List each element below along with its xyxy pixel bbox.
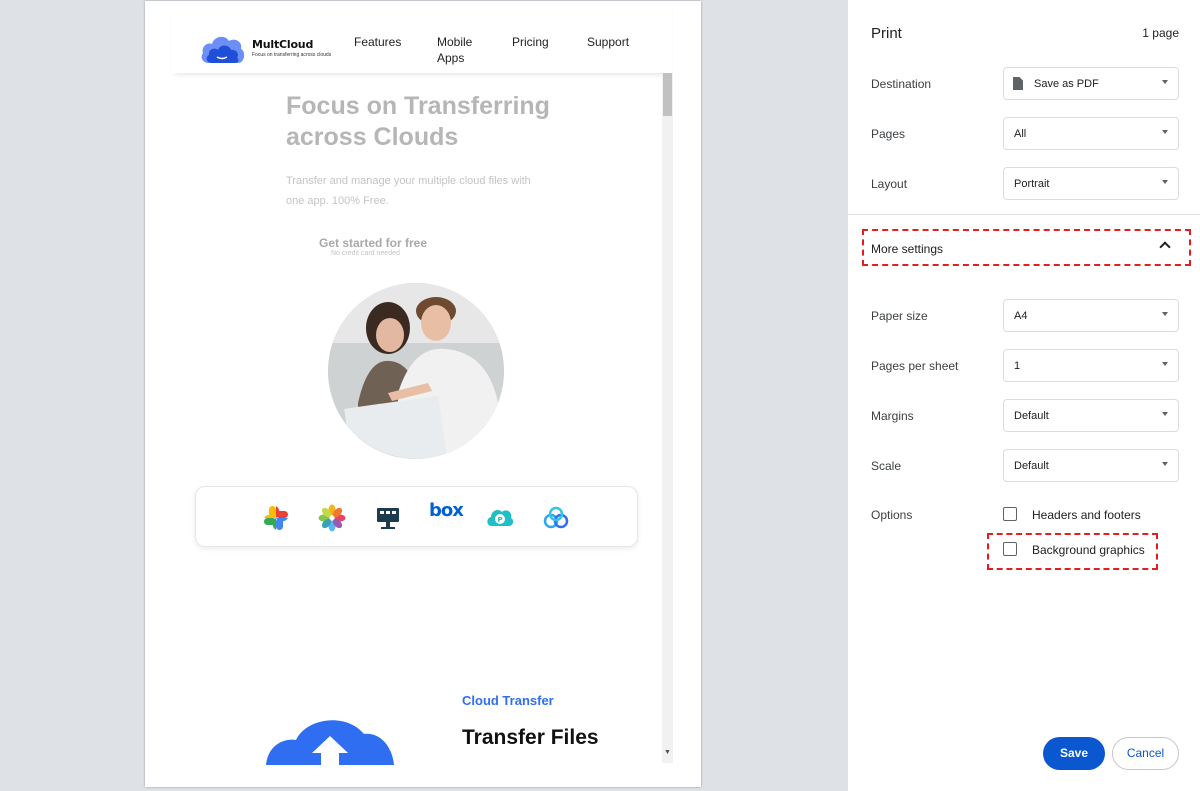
cta-label[interactable]: Get started for free bbox=[319, 236, 427, 250]
section-title: Transfer Files bbox=[462, 726, 599, 749]
paper-size-label: Paper size bbox=[871, 309, 928, 323]
hero-title: Focus on Transferring across Clouds bbox=[286, 92, 550, 151]
pages-select[interactable]: All bbox=[1003, 117, 1179, 150]
save-button[interactable]: Save bbox=[1043, 737, 1105, 770]
margins-select[interactable]: Default bbox=[1003, 399, 1179, 432]
destination-value: Save as PDF bbox=[1034, 78, 1099, 90]
baidu-cloud-icon bbox=[543, 506, 569, 529]
preview-page: MultCloud Focus on transferring across c… bbox=[145, 1, 701, 787]
layout-value: Portrait bbox=[1014, 178, 1050, 190]
preview-scrollbar[interactable] bbox=[662, 73, 673, 763]
pages-per-sheet-value: 1 bbox=[1014, 360, 1021, 372]
site-header: MultCloud Focus on transferring across c… bbox=[172, 1, 672, 73]
scrollbar-thumb[interactable] bbox=[663, 73, 672, 116]
nav-support[interactable]: Support bbox=[587, 34, 629, 50]
scroll-down-arrow-icon[interactable]: ▼ bbox=[663, 749, 672, 759]
cloud-services-card: box P bbox=[195, 486, 638, 547]
divider bbox=[848, 214, 1200, 215]
logo-tagline: Focus on transferring across clouds bbox=[252, 52, 332, 58]
scale-label: Scale bbox=[871, 459, 902, 473]
svg-text:P: P bbox=[498, 516, 503, 524]
background-graphics-checkbox[interactable] bbox=[1003, 542, 1017, 556]
box-icon: box bbox=[429, 500, 464, 521]
pcloud-icon: P bbox=[487, 509, 514, 526]
nav-mobile-apps[interactable]: Mobile Apps bbox=[437, 34, 477, 66]
upload-cloud-icon bbox=[266, 720, 394, 765]
google-photos-icon bbox=[264, 506, 288, 530]
paper-size-select[interactable]: A4 bbox=[1003, 299, 1179, 332]
logo-title: MultCloud bbox=[252, 38, 314, 51]
section-label: Cloud Transfer bbox=[462, 693, 554, 708]
nav-features[interactable]: Features bbox=[354, 34, 401, 50]
dropdown-caret-icon bbox=[1162, 130, 1168, 134]
destination-label: Destination bbox=[871, 77, 932, 91]
destination-select[interactable]: Save as PDF bbox=[1003, 67, 1179, 100]
cta-subtext: No credit card needed bbox=[331, 250, 400, 257]
headers-footers-checkbox[interactable] bbox=[1003, 507, 1017, 521]
dropdown-caret-icon bbox=[1162, 80, 1168, 84]
margins-value: Default bbox=[1014, 410, 1049, 422]
icloud-photos-icon bbox=[318, 504, 346, 532]
site-logo: MultCloud Focus on transferring across c… bbox=[200, 31, 360, 67]
paper-size-value: A4 bbox=[1014, 310, 1028, 322]
cancel-button[interactable]: Cancel bbox=[1112, 737, 1179, 770]
margins-label: Margins bbox=[871, 409, 914, 423]
document-icon bbox=[1013, 77, 1023, 90]
dropdown-caret-icon bbox=[1162, 180, 1168, 184]
hero-photo bbox=[328, 283, 504, 459]
nav-pricing[interactable]: Pricing bbox=[512, 34, 549, 50]
more-settings-toggle[interactable]: More settings bbox=[871, 242, 943, 256]
page-count: 1 page bbox=[1142, 26, 1179, 40]
layout-label: Layout bbox=[871, 177, 908, 191]
pages-per-sheet-label: Pages per sheet bbox=[871, 359, 959, 373]
layout-select[interactable]: Portrait bbox=[1003, 167, 1179, 200]
dropdown-caret-icon bbox=[1162, 462, 1168, 466]
print-settings-panel: Print 1 page Destination Save as PDF Pag… bbox=[848, 0, 1200, 791]
print-title: Print bbox=[871, 25, 902, 42]
print-preview-area: MultCloud Focus on transferring across c… bbox=[0, 0, 848, 791]
scale-value: Default bbox=[1014, 460, 1049, 472]
cloud-logo-icon bbox=[201, 36, 245, 63]
headers-footers-label[interactable]: Headers and footers bbox=[1032, 508, 1141, 522]
background-graphics-label[interactable]: Background graphics bbox=[1032, 543, 1145, 557]
pages-per-sheet-select[interactable]: 1 bbox=[1003, 349, 1179, 382]
pages-value: All bbox=[1014, 128, 1027, 140]
pages-label: Pages bbox=[871, 127, 906, 141]
nas-icon bbox=[377, 508, 399, 529]
hero-description: Transfer and manage your multiple cloud … bbox=[286, 175, 531, 207]
dropdown-caret-icon bbox=[1162, 412, 1168, 416]
dropdown-caret-icon bbox=[1162, 312, 1168, 316]
dropdown-caret-icon bbox=[1162, 362, 1168, 366]
options-label: Options bbox=[871, 508, 913, 522]
scale-select[interactable]: Default bbox=[1003, 449, 1179, 482]
